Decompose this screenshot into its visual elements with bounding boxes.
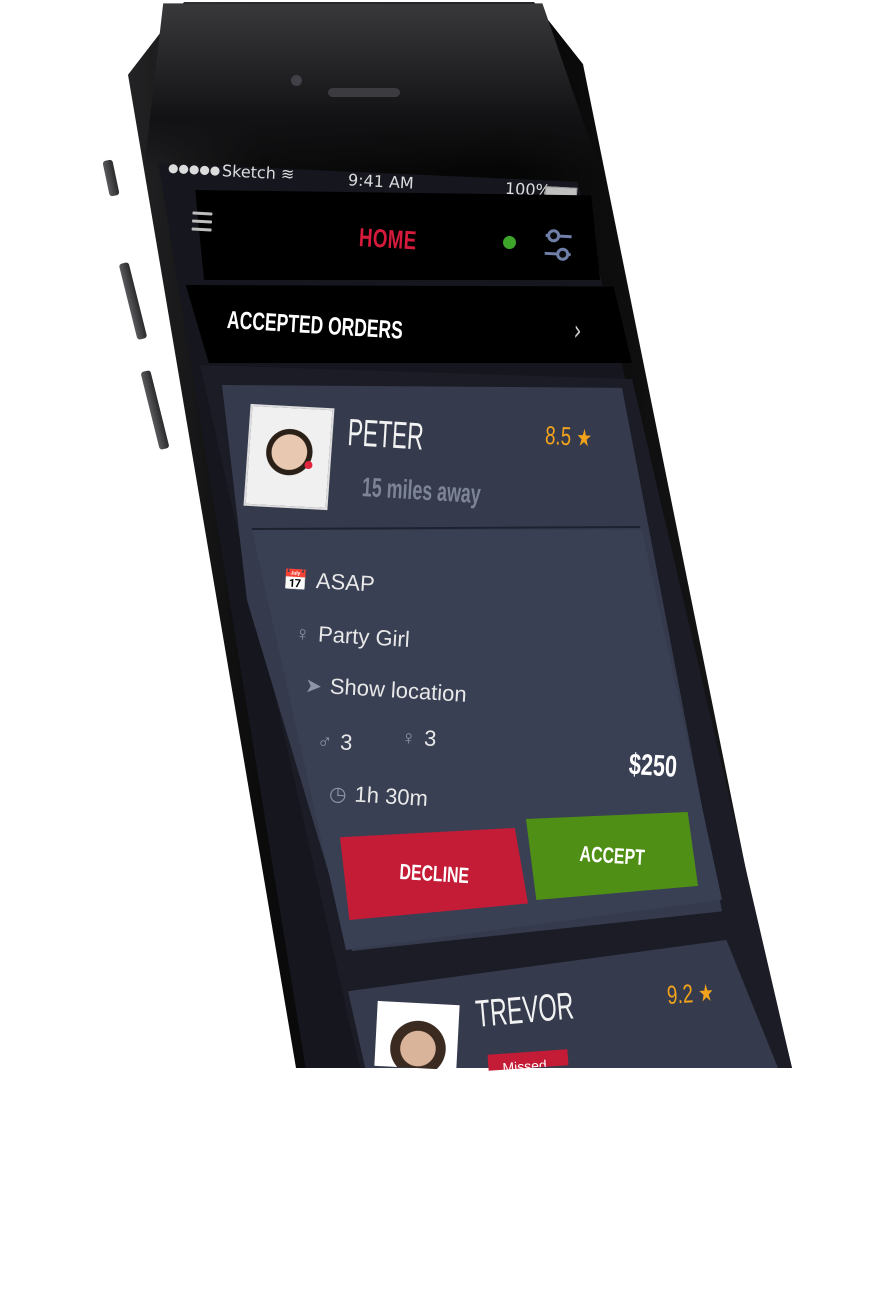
- client-name: TREVOR: [474, 985, 576, 1036]
- carrier-name: Sketch ≋: [222, 161, 295, 184]
- mute-switch: [102, 159, 120, 197]
- client-rating: 9.2 ★: [666, 977, 715, 1011]
- online-status-indicator: [503, 236, 516, 249]
- status-time: 9:41 AM: [347, 170, 415, 193]
- rating-value: 8.5: [544, 420, 572, 452]
- signal-strength: ●●●●●: [167, 160, 221, 178]
- location-arrow-icon: ➤: [304, 674, 323, 698]
- female-person-icon: ♀: [400, 726, 417, 750]
- star-icon: ★: [697, 979, 715, 1008]
- front-camera: [291, 75, 302, 86]
- calendar-icon: 📅: [282, 568, 309, 593]
- rating-value: 9.2: [666, 978, 695, 1010]
- male-person-icon: ♂: [316, 730, 333, 754]
- phone-top-bezel: [144, 3, 600, 170]
- earpiece-speaker: [328, 88, 400, 97]
- women-count: ♀ 3: [400, 724, 437, 752]
- star-icon: ★: [575, 424, 593, 453]
- client-rating: 8.5 ★: [544, 420, 592, 453]
- order-duration-value: 1h 30m: [353, 781, 429, 811]
- order-role-value: Party Girl: [317, 621, 411, 652]
- avatar: [243, 403, 335, 511]
- client-name: PETER: [346, 412, 425, 459]
- clock-icon: ◷: [328, 782, 348, 807]
- avatar: [374, 1000, 460, 1071]
- men-count: ♂ 3: [316, 728, 353, 756]
- page-title: HOME: [358, 222, 418, 256]
- wifi-icon: ≋: [280, 164, 295, 184]
- order-when: 📅 ASAP: [282, 566, 375, 598]
- women-count-value: 3: [423, 725, 438, 752]
- accept-label: ACCEPT: [578, 841, 646, 870]
- sliders-icon[interactable]: [542, 225, 574, 271]
- volume-down-button: [140, 369, 170, 451]
- carrier-label: Sketch: [221, 161, 277, 183]
- decline-label: DECLINE: [398, 858, 470, 889]
- female-person-icon: ♀: [294, 622, 311, 646]
- hamburger-icon[interactable]: [191, 211, 213, 232]
- accept-button[interactable]: ACCEPT: [526, 812, 698, 900]
- order-when-value: ASAP: [315, 568, 376, 597]
- order-price: $250: [627, 748, 678, 784]
- volume-up-button: [118, 261, 148, 341]
- phone-mockup: ●●●●● Sketch ≋ 9:41 AM 100% HOME ACCEPTE…: [0, 0, 874, 1292]
- men-count-value: 3: [339, 729, 354, 756]
